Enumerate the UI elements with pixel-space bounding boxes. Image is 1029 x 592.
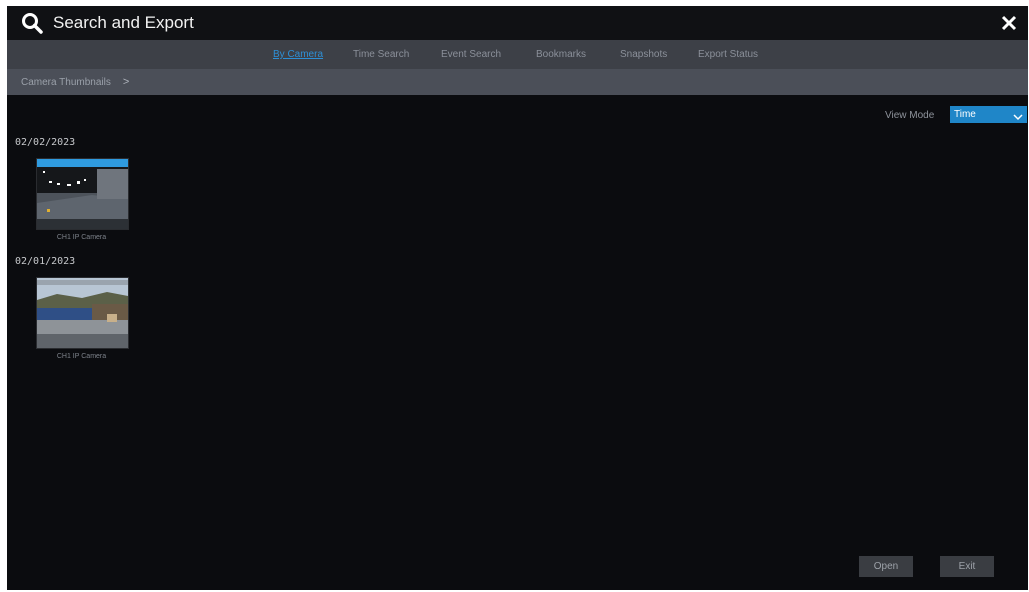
search-icon <box>21 12 43 34</box>
exit-button[interactable]: Exit <box>940 556 994 577</box>
thumbnail-caption: CH1 IP Camera <box>56 353 107 360</box>
thumbnail-caption: CH1 IP Camera <box>56 234 107 241</box>
date-label: 02/02/2023 <box>15 137 76 148</box>
tab-bar: By Camera Time Search Event Search Bookm… <box>7 40 1028 69</box>
tab-time-search[interactable]: Time Search <box>353 49 409 60</box>
tab-by-camera[interactable]: By Camera <box>273 49 323 60</box>
view-mode-value: Time <box>954 109 976 120</box>
search-export-window: Search and Export By Camera Time Search … <box>7 6 1028 590</box>
chevron-down-icon <box>1013 109 1023 127</box>
tab-bookmarks[interactable]: Bookmarks <box>536 49 586 60</box>
close-icon[interactable] <box>996 10 1022 36</box>
title-bar: Search and Export <box>7 6 1028 40</box>
chevron-right-icon: > <box>122 76 130 88</box>
recording-thumbnail[interactable] <box>36 158 129 230</box>
open-button[interactable]: Open <box>859 556 913 577</box>
recording-thumbnail[interactable] <box>36 277 129 349</box>
window-title: Search and Export <box>53 13 194 32</box>
date-label: 02/01/2023 <box>15 256 76 267</box>
tab-snapshots[interactable]: Snapshots <box>620 49 667 60</box>
tab-event-search[interactable]: Event Search <box>441 49 501 60</box>
breadcrumb: Camera Thumbnails > <box>7 69 1028 95</box>
view-mode-label: View Mode <box>885 110 935 121</box>
breadcrumb-camera-thumbnails[interactable]: Camera Thumbnails <box>21 77 111 88</box>
view-mode-select[interactable]: Time <box>950 106 1027 123</box>
tab-export-status[interactable]: Export Status <box>698 49 758 60</box>
